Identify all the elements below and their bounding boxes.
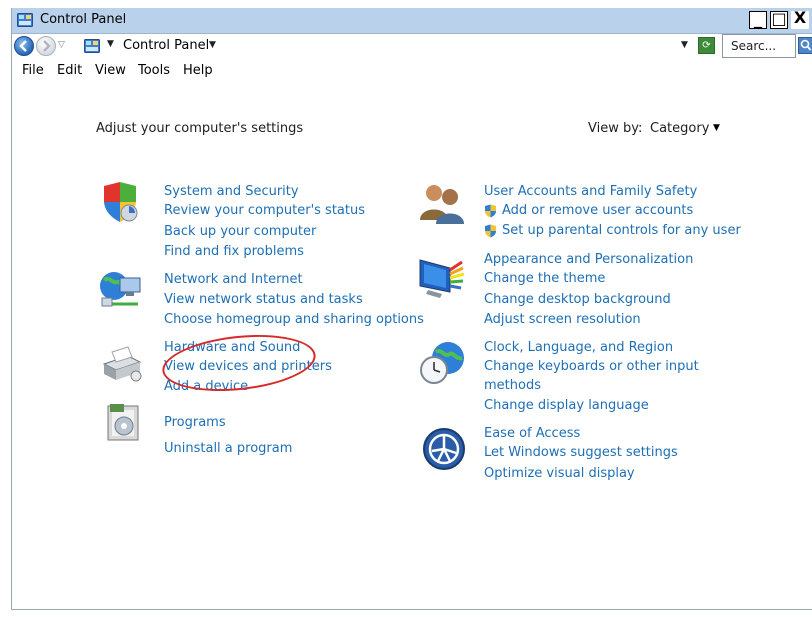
breadcrumb-control-panel[interactable]: Control Panel xyxy=(123,38,209,53)
network-status-link[interactable]: View network status and tasks xyxy=(164,292,363,307)
add-remove-accounts-link[interactable]: Add or remove user accounts xyxy=(502,203,693,218)
clock-globe-icon xyxy=(420,342,464,384)
view-by-dropdown-icon[interactable]: ▼ xyxy=(713,123,720,133)
display-language-link[interactable]: Change display language xyxy=(484,398,649,413)
change-keyboards-link-cont[interactable]: methods xyxy=(484,378,541,393)
view-by-label: View by: xyxy=(588,121,643,136)
breadcrumb-separator-icon[interactable]: ▼ xyxy=(107,39,114,49)
ease-of-access-title[interactable]: Ease of Access xyxy=(484,426,580,441)
change-theme-link[interactable]: Change the theme xyxy=(484,271,605,286)
uninstall-program-link[interactable]: Uninstall a program xyxy=(164,441,292,456)
network-internet-title[interactable]: Network and Internet xyxy=(164,272,303,287)
menu-file[interactable]: File xyxy=(22,63,44,78)
uac-shield-icon xyxy=(485,204,496,218)
fix-problems-link[interactable]: Find and fix problems xyxy=(164,244,304,259)
programs-icon xyxy=(107,404,139,441)
address-dropdown-icon[interactable]: ▼ xyxy=(681,40,688,50)
ease-of-access-icon xyxy=(423,428,465,470)
system-security-title[interactable]: System and Security xyxy=(164,184,299,199)
refresh-button[interactable]: ⟳ xyxy=(698,37,715,54)
control-panel-icon xyxy=(17,13,33,27)
change-keyboards-link[interactable]: Change keyboards or other input xyxy=(484,359,699,374)
navigation-bar: ▽ ▼ Control Panel ▼ ▼ ⟳ Searc... xyxy=(12,34,812,58)
close-button[interactable]: X xyxy=(791,10,809,29)
globe-network-icon xyxy=(100,272,141,307)
search-icon xyxy=(800,39,812,51)
programs-title[interactable]: Programs xyxy=(164,415,226,430)
control-panel-breadcrumb-icon xyxy=(84,39,100,53)
desktop-background-link[interactable]: Change desktop background xyxy=(484,292,671,307)
users-icon xyxy=(420,185,464,224)
menu-view[interactable]: View xyxy=(95,63,126,78)
forward-button[interactable] xyxy=(36,36,56,56)
uac-shield-icon xyxy=(485,224,496,238)
printer-icon xyxy=(102,346,142,382)
homegroup-link[interactable]: Choose homegroup and sharing options xyxy=(164,312,424,327)
search-button[interactable] xyxy=(798,37,812,54)
page-heading: Adjust your computer's settings xyxy=(96,121,304,136)
screen-resolution-link[interactable]: Adjust screen resolution xyxy=(484,312,641,327)
back-up-link[interactable]: Back up your computer xyxy=(164,224,316,239)
title-bar: Control Panel _ □ X xyxy=(12,8,812,34)
content-area: Adjust your computer's settings View by:… xyxy=(12,82,812,609)
window-title: Control Panel xyxy=(40,12,127,27)
windows-suggest-link[interactable]: Let Windows suggest settings xyxy=(484,445,678,460)
breadcrumb-dropdown-icon[interactable]: ▼ xyxy=(209,40,216,50)
shield-icon xyxy=(104,182,138,222)
maximize-button[interactable]: □ xyxy=(770,11,788,29)
back-button[interactable] xyxy=(14,36,34,56)
control-panel-window: Control Panel _ □ X ▽ ▼ Control Panel ▼ … xyxy=(11,8,812,610)
back-arrow-icon xyxy=(19,40,27,52)
menu-help[interactable]: Help xyxy=(183,63,213,78)
forward-arrow-icon xyxy=(43,40,51,52)
review-status-link[interactable]: Review your computer's status xyxy=(164,203,365,218)
menu-tools[interactable]: Tools xyxy=(138,63,170,78)
menu-edit[interactable]: Edit xyxy=(57,63,82,78)
monitor-colors-icon xyxy=(419,259,465,298)
parental-controls-link[interactable]: Set up parental controls for any user xyxy=(502,223,741,238)
search-placeholder: Searc... xyxy=(731,39,777,53)
user-accounts-title[interactable]: User Accounts and Family Safety xyxy=(484,184,697,199)
search-input[interactable]: Searc... xyxy=(722,34,796,58)
appearance-title[interactable]: Appearance and Personalization xyxy=(484,252,693,267)
menu-bar: File Edit View Tools Help xyxy=(12,59,812,81)
refresh-icon: ⟳ xyxy=(702,40,711,51)
optimize-display-link[interactable]: Optimize visual display xyxy=(484,466,635,481)
history-dropdown-icon[interactable]: ▽ xyxy=(58,40,65,50)
clock-language-title[interactable]: Clock, Language, and Region xyxy=(484,340,673,355)
minimize-button[interactable]: _ xyxy=(749,11,767,29)
view-by-dropdown[interactable]: Category xyxy=(650,121,709,136)
